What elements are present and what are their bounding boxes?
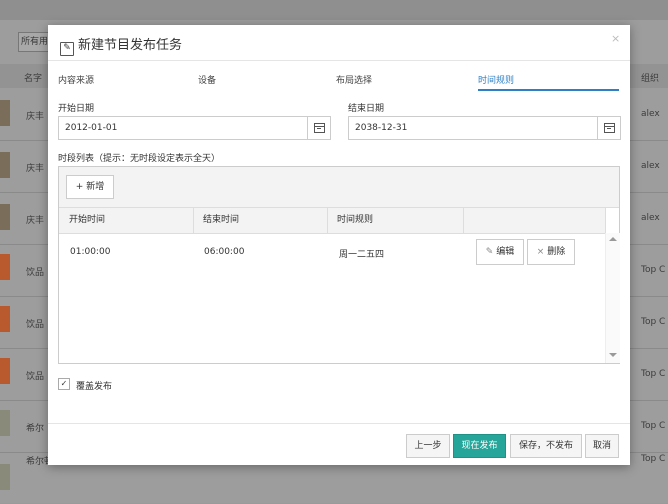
save-without-publish-button[interactable]: 保存，不发布	[510, 434, 582, 458]
start-date-value: 2012-01-01	[65, 123, 118, 133]
step-content-source[interactable]: 内容来源	[58, 73, 94, 86]
row-start-time: 01:00:00	[70, 247, 111, 257]
header-actions	[463, 208, 606, 233]
background-row-name: 庆丰	[26, 112, 45, 122]
thumbnail	[0, 204, 10, 230]
step-device[interactable]: 设备	[198, 73, 216, 86]
background-row-org: Top C	[641, 454, 666, 464]
background-row-name: 饮品	[26, 372, 45, 382]
thumbnail	[0, 464, 10, 490]
background-topbar	[0, 0, 668, 20]
pencil-icon: ✎	[485, 247, 494, 257]
override-publish-checkbox[interactable]: ✓	[58, 378, 70, 390]
end-date-calendar-button[interactable]	[597, 117, 620, 139]
background-row-org: alex	[641, 161, 660, 171]
background-row-org: Top C	[641, 317, 666, 327]
prev-step-button[interactable]: 上一步	[406, 434, 450, 458]
thumbnail	[0, 358, 10, 384]
background-row-name: 饮品	[26, 268, 45, 278]
footer-divider	[48, 423, 630, 424]
end-date-label: 结束日期	[348, 104, 385, 114]
row-time-rule: 周一二五四	[339, 250, 385, 260]
background-row-org: alex	[641, 213, 660, 223]
background-header-name: 名字	[24, 74, 43, 84]
edit-button[interactable]: ✎ 编辑	[476, 239, 524, 265]
background-header-org: 组织	[641, 74, 660, 84]
period-table-header: 开始时间 结束时间 时间规则	[59, 208, 606, 234]
start-date-label: 开始日期	[58, 104, 95, 114]
close-button[interactable]: ×	[611, 32, 620, 45]
period-toolbar: + 新增	[59, 167, 619, 208]
start-date-field[interactable]: 2012-01-01	[58, 116, 331, 140]
edit-button-label: 编辑	[496, 247, 515, 257]
background-row-org: Top C	[641, 369, 666, 379]
background-row-org: alex	[641, 109, 660, 119]
period-table-panel: + 新增 开始时间 结束时间 时间规则 01:00:00 06:00:00 周一…	[58, 166, 620, 364]
background-row-name: 庆丰	[26, 216, 45, 226]
step-layout[interactable]: 布局选择	[336, 73, 372, 86]
background-row-name: 庆丰	[26, 164, 45, 174]
thumbnail	[0, 306, 10, 332]
calendar-icon	[314, 123, 325, 133]
background-row-org: Top C	[641, 421, 666, 431]
thumbnail	[0, 100, 10, 126]
scroll-down-arrow-icon[interactable]	[609, 353, 617, 357]
modal-title-text: 新建节目发布任务	[78, 38, 183, 53]
active-step-indicator	[478, 89, 619, 91]
end-date-field[interactable]: 2038-12-31	[348, 116, 621, 140]
publish-task-modal: ✎ 新建节目发布任务 × 内容来源 设备 布局选择 时间规则 开始日期 2012-…	[48, 25, 630, 465]
cancel-button[interactable]: 取消	[585, 434, 619, 458]
add-period-button[interactable]: + 新增	[66, 175, 114, 199]
row-end-time: 06:00:00	[204, 247, 245, 257]
period-list-title: 时段列表（提示：无时段设定表示全天）	[58, 154, 221, 164]
background-row-name: 希尔	[26, 424, 45, 434]
thumbnail	[0, 152, 10, 178]
background-row-org: Top C	[641, 265, 666, 275]
end-date-value: 2038-12-31	[355, 123, 408, 133]
table-scrollbar[interactable]	[605, 233, 620, 363]
start-date-calendar-button[interactable]	[307, 117, 330, 139]
step-time-rule[interactable]: 时间规则	[478, 73, 514, 86]
header-end-time: 结束时间	[193, 208, 328, 233]
divider	[48, 60, 630, 61]
thumbnail	[0, 410, 10, 436]
background-row-name: 饮品	[26, 320, 45, 330]
thumbnail	[0, 254, 10, 280]
header-start-time: 开始时间	[59, 208, 194, 233]
publish-now-button[interactable]: 现在发布	[453, 434, 506, 458]
override-publish-label: 覆盖发布	[76, 382, 113, 392]
modal-title: ✎ 新建节目发布任务	[60, 34, 182, 56]
delete-button[interactable]: × 删除	[527, 239, 575, 265]
scroll-up-arrow-icon[interactable]	[609, 237, 617, 241]
close-icon: ×	[536, 247, 545, 257]
header-time-rule: 时间规则	[327, 208, 464, 233]
edit-icon: ✎	[60, 42, 74, 56]
calendar-icon	[604, 123, 615, 133]
delete-button-label: 删除	[547, 247, 566, 257]
